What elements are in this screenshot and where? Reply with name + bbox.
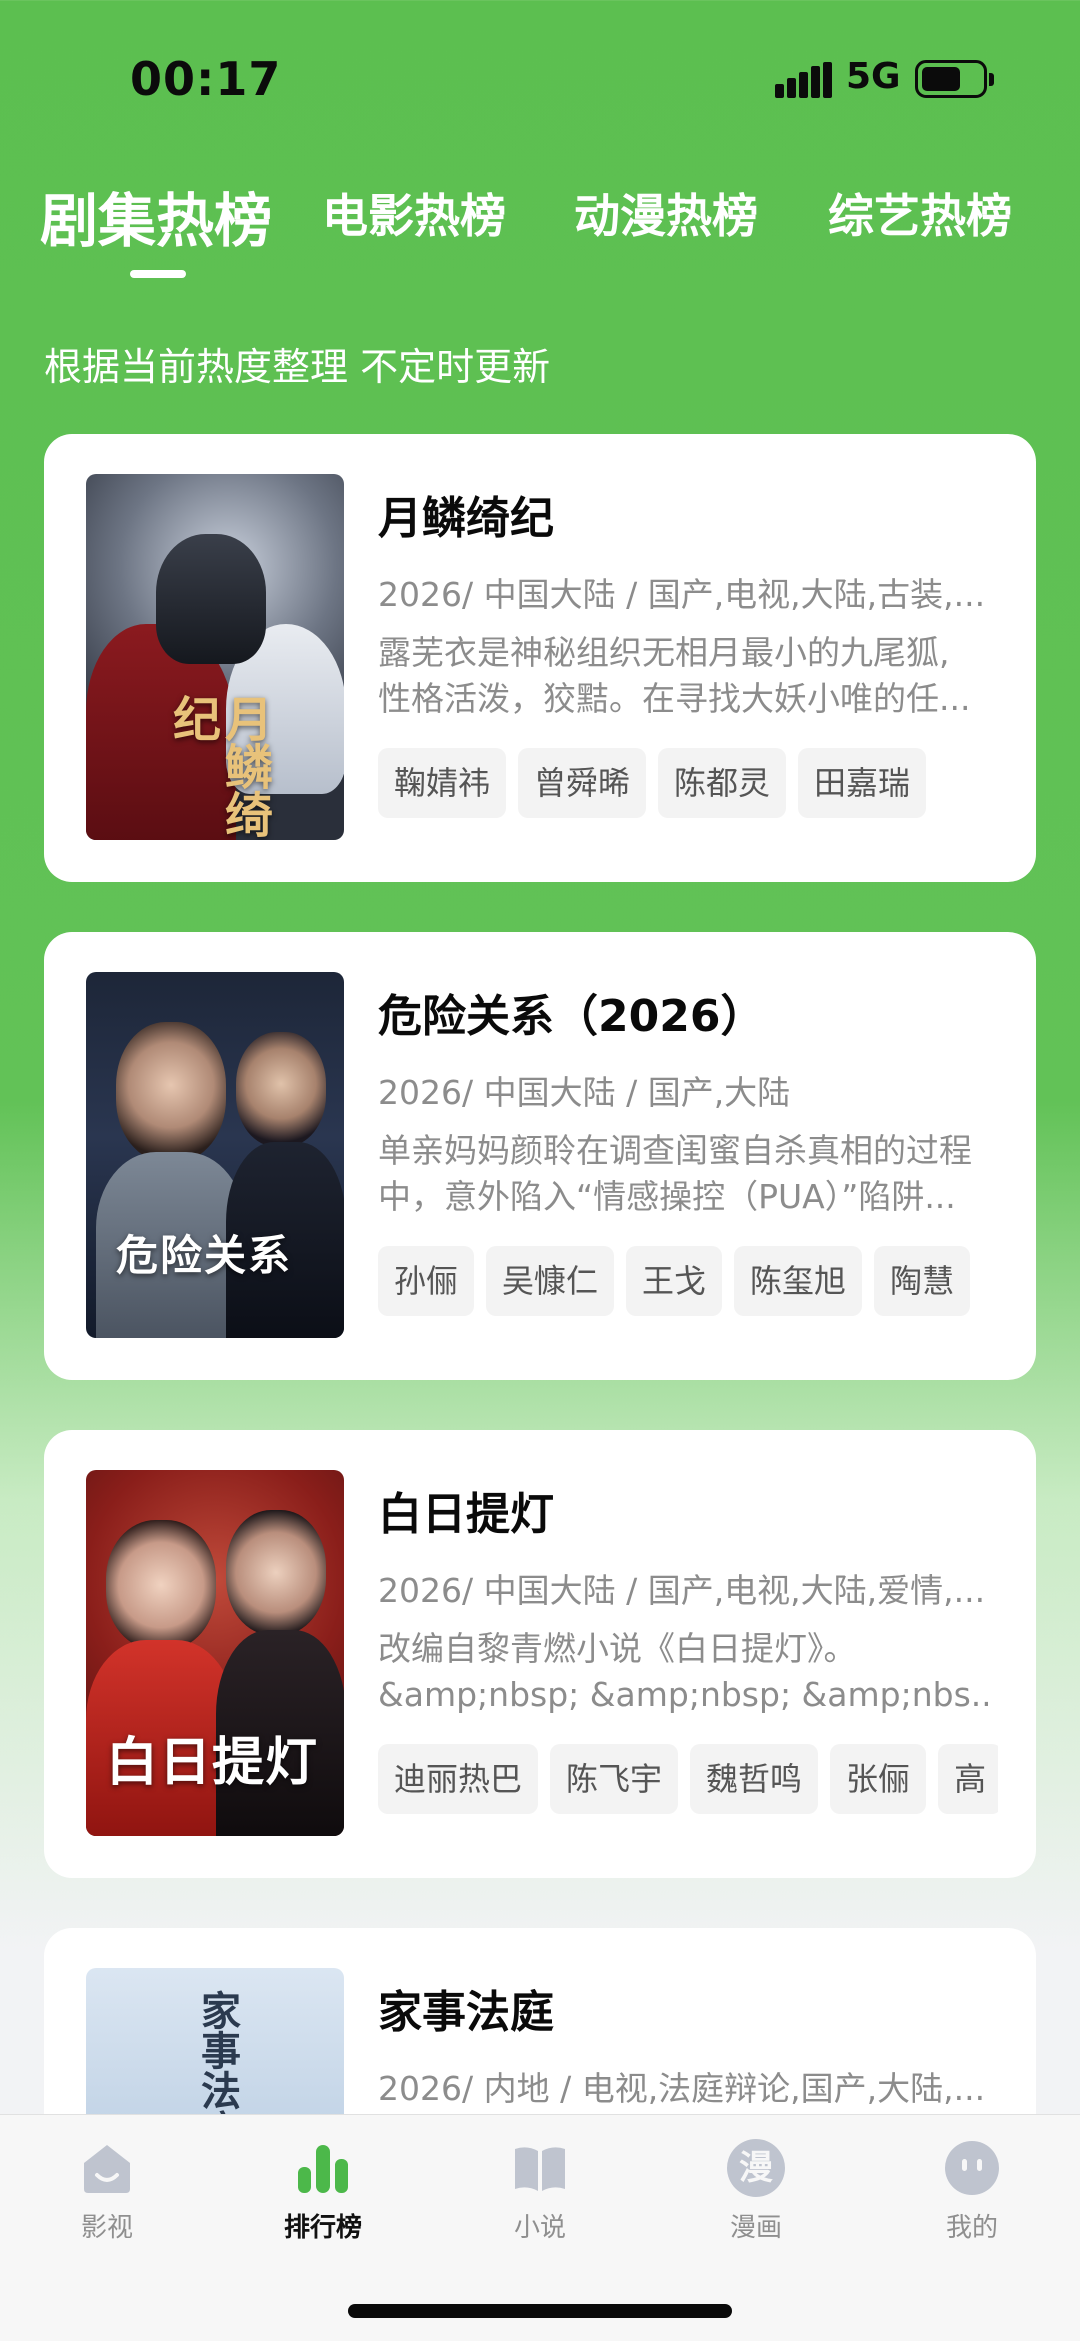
cast-tag[interactable]: 张俪 [830, 1744, 927, 1814]
description-line: 中，意外陷入“情感操控（PUA）”陷阱... [378, 1177, 956, 1216]
home-icon [78, 2139, 136, 2197]
poster-title: 月鳞绮纪 [164, 694, 272, 838]
cast-tags: 鞠婧祎 曾舜晞 陈都灵 田嘉瑞 [378, 748, 998, 820]
signal-icon [775, 62, 832, 98]
cast-tags: 孙俪 吴慷仁 王戈 陈玺旭 陶慧 [378, 1246, 998, 1318]
poster-image: 危险关系 [86, 972, 344, 1338]
cast-tag[interactable]: 高 [938, 1744, 998, 1814]
tab-variety-hot[interactable]: 综艺热榜 [828, 180, 1012, 246]
tab-movie-hot[interactable]: 电影热榜 [322, 180, 506, 246]
card-description: 改编自黎青燃小说《白日提灯》。 &amp;nbsp; &amp;nbsp; &a… [378, 1626, 988, 1718]
poster-image: 月鳞绮纪 [86, 474, 344, 840]
cast-tag[interactable]: 陶慧 [874, 1246, 971, 1316]
cast-tag[interactable]: 陈玺旭 [734, 1246, 863, 1316]
nav-item-profile[interactable]: 我的 [892, 2139, 1052, 2244]
ranking-bars-icon [294, 2139, 352, 2197]
tab-series-hot[interactable]: 剧集热榜 [40, 174, 272, 258]
cast-tag[interactable]: 陈飞宇 [550, 1744, 679, 1814]
drama-card[interactable]: 白日提灯 白日提灯 2026/ 中国大陆 / 国产,电视,大陆,爱情,... 改… [44, 1430, 1036, 1878]
nav-item-novel[interactable]: 小说 [460, 2139, 620, 2244]
card-title: 白日提灯 [378, 1489, 554, 1540]
drama-card[interactable]: 危险关系 危险关系（2026） 2026/ 中国大陆 / 国产,大陆 单亲妈妈颜… [44, 932, 1036, 1380]
ranking-subtitle: 根据当前热度整理 不定时更新 [44, 345, 551, 389]
nav-label: 影视 [80, 2213, 133, 2243]
description-line: 性格活泼，狡黠。在寻找大妖小唯的任... [378, 679, 971, 718]
poster-title: 白日提灯 [106, 1733, 319, 1793]
cast-tag[interactable]: 王戈 [626, 1246, 723, 1316]
nav-item-home[interactable]: 影视 [27, 2139, 187, 2244]
nav-label: 排行榜 [283, 2213, 362, 2243]
card-title: 家事法庭 [378, 1987, 554, 2038]
network-type: 5G [846, 56, 901, 97]
cast-tag[interactable]: 陈都灵 [658, 748, 787, 818]
description-line: 露芜衣是神秘组织无相月最小的九尾狐, [378, 633, 950, 672]
status-time: 00:17 [130, 52, 282, 106]
comic-icon: 漫 [727, 2139, 785, 2197]
description-line: 改编自黎青燃小说《白日提灯》。 [378, 1629, 857, 1668]
ranking-tabs: 剧集热榜 电影热榜 动漫热榜 综艺热榜 [0, 180, 1080, 290]
card-meta: 2026/ 内地 / 电视,法庭辩论,国产,大陆,... [378, 2069, 986, 2108]
cast-tag[interactable]: 曾舜晞 [518, 748, 647, 818]
cast-tag[interactable]: 孙俪 [378, 1246, 475, 1316]
card-meta: 2026/ 中国大陆 / 国产,大陆 [378, 1073, 791, 1112]
card-meta: 2026/ 中国大陆 / 国产,电视,大陆,古装,... [378, 575, 986, 614]
book-icon [511, 2139, 569, 2197]
nav-label: 小说 [513, 2213, 566, 2243]
card-meta: 2026/ 中国大陆 / 国产,电视,大陆,爱情,... [378, 1571, 986, 1610]
poster-title: 危险关系 [116, 1231, 293, 1280]
cast-tag[interactable]: 迪丽热巴 [378, 1744, 539, 1814]
nav-label: 漫画 [729, 2213, 782, 2243]
drama-card[interactable]: 月鳞绮纪 月鳞绮纪 2026/ 中国大陆 / 国产,电视,大陆,古装,... 露… [44, 434, 1036, 882]
cast-tag[interactable]: 鞠婧祎 [378, 748, 507, 818]
description-line: &amp;nbsp; &amp;nbsp; &amp;nbs... [378, 1675, 988, 1714]
nav-item-comic[interactable]: 漫 漫画 [676, 2139, 836, 2244]
battery-icon [915, 60, 994, 98]
cast-tags: 迪丽热巴 陈飞宇 魏哲鸣 张俪高 [378, 1744, 998, 1816]
poster-image: 白日提灯 [86, 1470, 344, 1836]
card-title: 月鳞绮纪 [378, 493, 554, 544]
comic-glyph: 漫 [739, 2148, 773, 2188]
card-description: 单亲妈妈颜聆在调查闺蜜自杀真相的过程 中，意外陷入“情感操控（PUA）”陷阱..… [378, 1128, 988, 1220]
cast-tag[interactable]: 魏哲鸣 [690, 1744, 819, 1814]
nav-item-ranking[interactable]: 排行榜 [243, 2139, 403, 2244]
home-indicator [348, 2304, 732, 2318]
description-line: 单亲妈妈颜聆在调查闺蜜自杀真相的过程 [378, 1131, 972, 1170]
active-tab-indicator [130, 270, 186, 278]
card-description: 露芜衣是神秘组织无相月最小的九尾狐, 性格活泼，狡黠。在寻找大妖小唯的任... [378, 630, 988, 722]
tab-anime-hot[interactable]: 动漫热榜 [574, 180, 758, 246]
nav-label: 我的 [945, 2213, 998, 2243]
card-title: 危险关系（2026） [378, 991, 765, 1042]
status-bar: 00:17 5G [0, 0, 1080, 140]
profile-face-icon [943, 2139, 1001, 2197]
cast-tag[interactable]: 吴慷仁 [486, 1246, 615, 1316]
cast-tag[interactable]: 田嘉瑞 [798, 748, 927, 818]
